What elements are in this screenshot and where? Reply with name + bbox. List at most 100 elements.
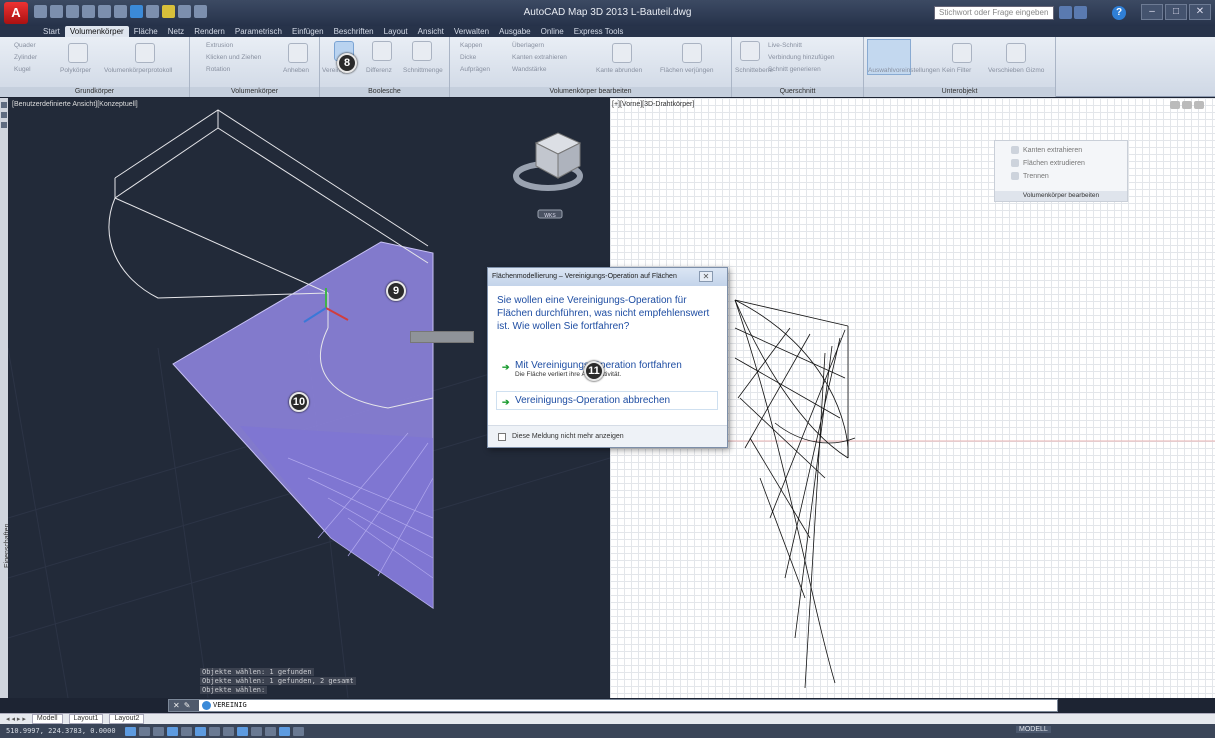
aufpraegen-button[interactable]: Aufprägen — [460, 66, 490, 73]
kein-filter-icon[interactable] — [952, 43, 972, 63]
ortho-mode-icon[interactable] — [152, 726, 164, 736]
quick-properties-icon[interactable] — [278, 726, 290, 736]
3d-object-snap-icon[interactable] — [194, 726, 206, 736]
command-icon — [202, 701, 211, 710]
tab-start[interactable]: Start — [38, 26, 65, 37]
search-input[interactable]: Stichwort oder Frage eingeben — [934, 6, 1054, 20]
tab-rendern[interactable]: Rendern — [189, 26, 230, 37]
object-snap-icon[interactable] — [180, 726, 192, 736]
polykoerper-button[interactable]: Polykörper — [60, 67, 91, 74]
polar-tracking-icon[interactable] — [166, 726, 178, 736]
quader-button[interactable]: Quader — [14, 42, 36, 49]
gizmo-icon[interactable] — [1006, 43, 1026, 63]
polykoerper-icon[interactable] — [68, 43, 88, 63]
klicken-ziehen-button[interactable]: Klicken und Ziehen — [206, 54, 261, 61]
viewport-minimize-icon[interactable] — [1170, 101, 1180, 109]
tab-netz[interactable]: Netz — [163, 26, 189, 37]
auswahlvoreinstellungen-label: Auswahlvoreinstellungen — [868, 67, 940, 74]
search-icon[interactable] — [1059, 6, 1072, 19]
model-space-button[interactable]: MODELL — [1016, 726, 1051, 733]
tab-flaeche[interactable]: Fläche — [129, 26, 163, 37]
palette-menu-icon[interactable] — [1, 122, 7, 128]
option-sub-label: Die Fläche verliert ihre Assoziativität. — [515, 371, 622, 378]
tab-ausgabe[interactable]: Ausgabe — [494, 26, 536, 37]
tab-layout[interactable]: Layout — [379, 26, 413, 37]
anheben-button[interactable]: Anheben — [283, 67, 309, 74]
properties-palette-strip[interactable]: Eigenschaften — [0, 98, 11, 698]
dont-show-again-checkbox[interactable] — [498, 433, 506, 441]
ducs-icon[interactable] — [222, 726, 234, 736]
viewcube[interactable]: WKS — [513, 132, 583, 219]
grid-mode-icon[interactable] — [138, 726, 150, 736]
tab-online[interactable]: Online — [536, 26, 569, 37]
trennen-row[interactable]: Trennen — [1011, 171, 1049, 181]
command-line[interactable]: ✕ ✎ VEREINIG — [168, 699, 1058, 712]
transparency-icon[interactable] — [264, 726, 276, 736]
tab-parametrisch[interactable]: Parametrisch — [230, 26, 287, 37]
dicke-button[interactable]: Dicke — [460, 54, 476, 61]
continue-union-option[interactable]: ➔ Mit Vereinigungs-Operation fortfahren … — [496, 356, 718, 382]
verschieben-gizmo-button[interactable]: Verschieben Gizmo — [988, 67, 1044, 74]
verbindung-hinzufuegen-button[interactable]: Verbindung hinzufügen — [768, 54, 835, 61]
schnittmenge-button[interactable]: Schnittmenge — [403, 67, 443, 74]
tab-einfuegen[interactable]: Einfügen — [287, 26, 329, 37]
kappen-button[interactable]: Kappen — [460, 42, 482, 49]
flaechen-verjuengen-button[interactable]: Flächen verjüngen — [660, 67, 713, 74]
communication-icon[interactable] — [1074, 6, 1087, 19]
viewport-left-label[interactable]: [Benutzerdefinierte Ansicht][Konzeptuell… — [12, 101, 138, 108]
maximize-button[interactable]: □ — [1165, 4, 1187, 20]
close-icon[interactable] — [1, 102, 7, 108]
tab-verwalten[interactable]: Verwalten — [449, 26, 494, 37]
volumenkoerperprotokoll-icon[interactable] — [135, 43, 155, 63]
extrusion-button[interactable]: Extrusion — [206, 42, 233, 49]
differenz-button[interactable]: Differenz — [366, 67, 392, 74]
lineweight-icon[interactable] — [250, 726, 262, 736]
wrench-icon[interactable]: ✎ — [184, 701, 191, 710]
dialog-close-button[interactable]: ✕ — [699, 271, 713, 282]
kugel-button[interactable]: Kugel — [14, 66, 31, 73]
viewport-right-label[interactable]: [+][Vorne][3D-Drahtkörper] — [612, 101, 694, 108]
differenz-icon[interactable] — [372, 41, 392, 61]
close-button[interactable]: ✕ — [1189, 4, 1211, 20]
tab-beschriften[interactable]: Beschriften — [329, 26, 379, 37]
zylinder-button[interactable]: Zylinder — [14, 54, 37, 61]
selection-cycling-icon[interactable] — [292, 726, 304, 736]
autohide-icon[interactable] — [1, 112, 7, 118]
viewport-restore-icon[interactable] — [1182, 101, 1192, 109]
dynamic-input-icon[interactable] — [236, 726, 248, 736]
tab-layout2[interactable]: Layout2 — [109, 714, 145, 724]
tab-ansicht[interactable]: Ansicht — [413, 26, 449, 37]
help-icon[interactable]: ? — [1112, 6, 1126, 20]
schnittmenge-icon[interactable] — [412, 41, 432, 61]
volumenkoerperprotokoll-button[interactable]: Volumenkörperprotokoll — [104, 67, 172, 74]
anheben-icon[interactable] — [288, 43, 308, 63]
tab-volumenkoerper[interactable]: Volumenkörper — [64, 26, 129, 37]
schnitt-generieren-button[interactable]: Schnitt generieren — [768, 66, 821, 73]
tab-express-tools[interactable]: Express Tools — [569, 26, 629, 37]
command-input[interactable]: VEREINIG — [213, 701, 247, 709]
flaechen-extrudieren-row[interactable]: Flächen extrudieren — [1011, 158, 1085, 168]
snap-mode-icon[interactable] — [124, 726, 136, 736]
schnittebene-icon[interactable] — [740, 41, 760, 61]
kante-abrunden-icon[interactable] — [612, 43, 632, 63]
tab-modell[interactable]: Modell — [31, 714, 63, 724]
minimize-button[interactable]: – — [1141, 4, 1163, 20]
group-title: Volumenkörper — [190, 87, 319, 97]
close-icon[interactable]: ✕ — [173, 701, 180, 710]
tab-layout1[interactable]: Layout1 — [68, 714, 104, 724]
kante-abrunden-button[interactable]: Kante abrunden — [596, 67, 642, 74]
rotation-button[interactable]: Rotation — [206, 66, 230, 73]
kanten-extrahieren-button[interactable]: Kanten extrahieren — [512, 54, 567, 61]
ueberlagern-button[interactable]: Überlagern — [512, 42, 544, 49]
callout-badge-9: 9 — [386, 281, 406, 301]
flaechen-verjuengen-icon[interactable] — [682, 43, 702, 63]
coordinate-readout: 510.9997, 224.3783, 0.0000 — [6, 727, 116, 735]
kanten-extrahieren-row[interactable]: Kanten extrahieren — [1011, 145, 1082, 155]
viewport-close-icon[interactable] — [1194, 101, 1204, 109]
live-schnitt-button[interactable]: Live-Schnitt — [768, 42, 802, 49]
kein-filter-button[interactable]: Kein Filter — [942, 67, 971, 74]
object-tracking-icon[interactable] — [208, 726, 220, 736]
wandstaerke-button[interactable]: Wandstärke — [512, 66, 546, 73]
tab-nav-arrows[interactable]: ◂ ◂ ▸ ▸ — [6, 715, 26, 723]
cancel-union-option[interactable]: ➔ Vereinigungs-Operation abbrechen — [496, 391, 718, 410]
